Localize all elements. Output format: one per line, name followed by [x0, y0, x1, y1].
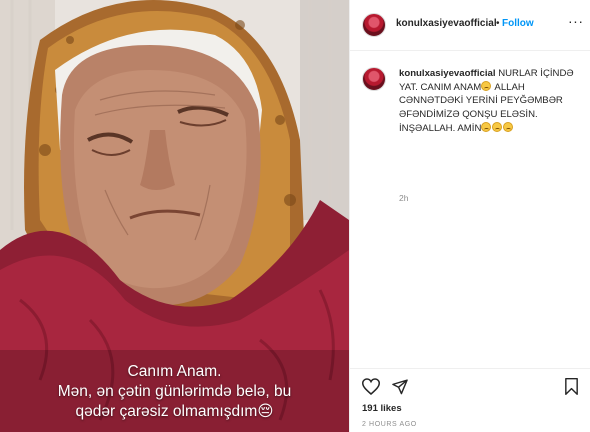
sad-face-emoji	[481, 121, 492, 132]
post-header: konulxasiyevaofficial • Follow ···	[350, 0, 590, 51]
comment-time[interactable]: 2h	[399, 193, 408, 203]
caption-line-2: Mən, ən çətin günlərimdə belə, bu	[57, 383, 292, 400]
avatar[interactable]	[362, 13, 386, 37]
follow-button[interactable]: Follow	[502, 18, 534, 29]
comment-username[interactable]: konulxasiyevaofficial	[399, 68, 496, 79]
comment-text: konulxasiyevaofficial NURLAR İÇİNDƏ YAT.…	[399, 67, 585, 136]
heart-icon[interactable]	[362, 378, 380, 395]
send-icon[interactable]	[391, 378, 409, 395]
post-timestamp[interactable]: 2 HOURS AGO	[362, 421, 417, 428]
likes-count[interactable]: 191 likes	[362, 403, 402, 414]
sad-face-emoji	[492, 121, 503, 132]
bookmark-icon[interactable]	[564, 378, 579, 395]
action-bar: 191 likes 2 HOURS AGO	[350, 368, 590, 432]
header-username[interactable]: konulxasiyevaofficial	[396, 18, 497, 29]
comment-avatar[interactable]	[362, 67, 386, 91]
caption-line-3: qədər çarəsiz olmamışdım😔	[75, 403, 274, 420]
sad-face-emoji	[503, 121, 514, 132]
post-photo[interactable]: Canım Anam. Mən, ən çətin günlərimdə bel…	[0, 0, 349, 432]
more-horizontal-icon[interactable]: ···	[568, 13, 584, 29]
post-details-pane: konulxasiyevaofficial • Follow ··· konul…	[349, 0, 590, 432]
separator-dot: •	[496, 18, 500, 29]
caption-line-1: Canım Anam.	[127, 363, 222, 380]
sad-face-emoji	[481, 80, 492, 91]
